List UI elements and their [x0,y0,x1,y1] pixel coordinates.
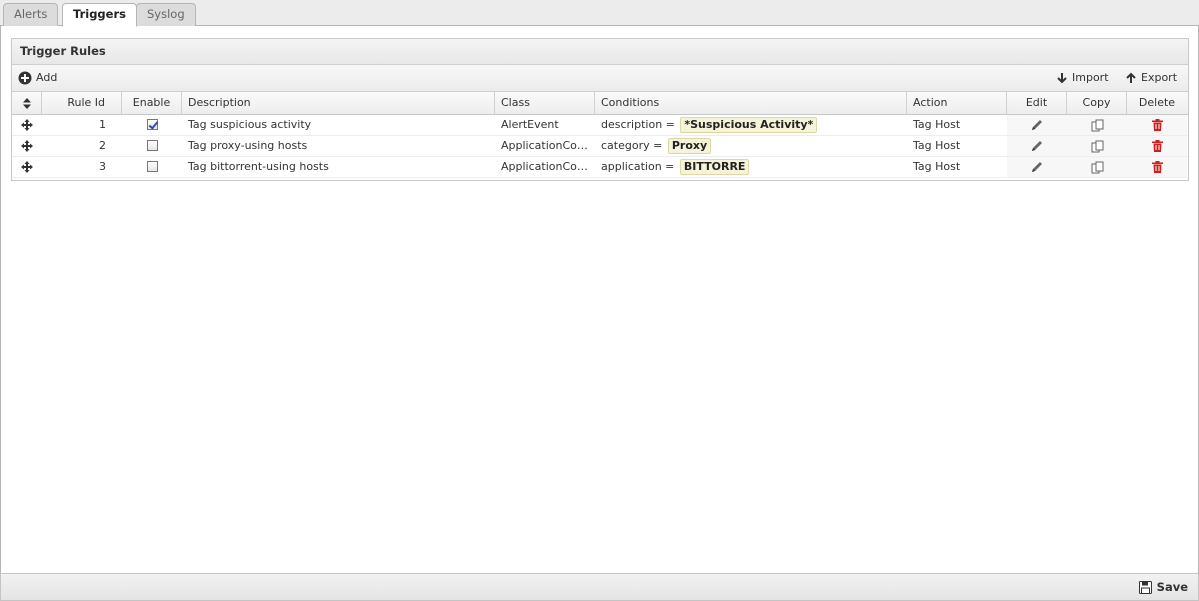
copy-button[interactable] [1067,136,1127,156]
rule-description: Tag proxy-using hosts [188,139,308,152]
import-button[interactable]: Import [1056,65,1109,91]
enable-checkbox[interactable] [146,139,158,151]
header-copy: Copy [1067,92,1127,114]
arrow-up-icon [1125,72,1137,84]
condition-value: *Suspicious Activity* [680,117,818,133]
copy-icon [1091,140,1104,153]
table-row: 1 Tag suspicious activity AlertEvent des… [12,115,1188,136]
rule-conditions: description = *Suspicious Activity* [595,115,907,135]
rule-conditions: category = Proxy [595,136,907,156]
header-enable[interactable]: Enable [122,92,182,114]
edit-button[interactable] [1007,136,1067,156]
delete-button[interactable] [1127,157,1187,177]
header-edit: Edit [1007,92,1067,114]
move-icon [21,119,33,131]
header-delete: Delete [1138,96,1176,109]
move-icon [21,161,33,173]
arrow-down-icon [1056,72,1068,84]
rule-action: Tag Host [913,139,961,152]
trash-icon [1151,119,1163,131]
enable-checkbox-cell [122,157,182,177]
pencil-icon [1031,161,1043,173]
move-icon [21,140,33,152]
rule-description: Tag bittorrent-using hosts [188,160,329,173]
enable-checkbox-cell [122,115,182,135]
export-button[interactable]: Export [1125,65,1177,91]
drag-handle[interactable] [12,136,42,156]
condition-field: application = [601,160,675,173]
condition-field: category = [601,139,663,152]
tab-syslog[interactable]: Syslog [136,3,196,27]
enable-checkbox[interactable] [146,160,158,172]
add-circle-icon [18,71,32,85]
edit-button[interactable] [1007,157,1067,177]
rule-class: AlertEvent [501,118,559,131]
enable-checkbox-cell [122,136,182,156]
header-conditions[interactable]: Conditions [595,92,907,114]
header-rule-id[interactable]: Rule Id [42,92,122,114]
pencil-icon [1031,119,1043,131]
copy-button[interactable] [1067,115,1127,135]
tab-alerts[interactable]: Alerts [3,3,59,27]
copy-icon [1091,119,1104,132]
tab-bar: Alerts Triggers Syslog [0,0,1199,27]
rule-class: ApplicationControlLogEvent [501,139,595,152]
table-row: 2 Tag proxy-using hosts ApplicationContr… [12,136,1188,157]
add-button[interactable]: Add [18,65,57,91]
rule-conditions: application = BITTORRE [595,157,907,177]
floppy-disk-icon [1138,581,1152,594]
table-row: 3 Tag bittorrent-using hosts Application… [12,157,1188,178]
grid-header: Rule Id Enable Description Class Conditi… [12,92,1188,115]
delete-button[interactable] [1127,115,1187,135]
rule-id: 3 [99,160,106,173]
trash-icon [1151,161,1163,173]
rule-class: ApplicationControlLogEvent [501,160,595,173]
copy-button[interactable] [1067,157,1127,177]
rule-description: Tag suspicious activity [188,118,312,131]
import-label: Import [1072,71,1109,84]
condition-value: BITTORRE [679,159,750,175]
save-label: Save [1156,580,1188,594]
export-label: Export [1141,71,1178,84]
header-action[interactable]: Action [907,92,1007,114]
enable-checkbox[interactable] [146,118,158,130]
trash-icon [1151,140,1163,152]
edit-button[interactable] [1007,115,1067,135]
panel-title: Trigger Rules [12,39,1188,65]
drag-handle[interactable] [12,115,42,135]
header-class[interactable]: Class [495,92,595,114]
condition-value: Proxy [667,138,712,154]
save-button[interactable]: Save [1138,574,1188,601]
rule-action: Tag Host [913,118,961,131]
grid-toolbar: Add Import Export [12,65,1188,92]
footer-bar: Save [0,573,1199,601]
rule-action: Tag Host [913,160,961,173]
add-label: Add [36,71,58,84]
copy-icon [1091,161,1104,174]
tab-triggers[interactable]: Triggers [62,3,137,27]
condition-field: description = [601,118,675,131]
delete-button[interactable] [1127,136,1187,156]
sort-icon [22,97,31,109]
trigger-rules-panel: Trigger Rules Add Import Export Rule Id … [11,38,1189,181]
main-content: Trigger Rules Add Import Export Rule Id … [0,26,1199,574]
pencil-icon [1031,140,1043,152]
sort-column-header[interactable] [12,92,42,114]
header-description[interactable]: Description [182,92,495,114]
drag-handle[interactable] [12,157,42,177]
rule-id: 2 [99,139,106,152]
rule-id: 1 [99,118,106,131]
